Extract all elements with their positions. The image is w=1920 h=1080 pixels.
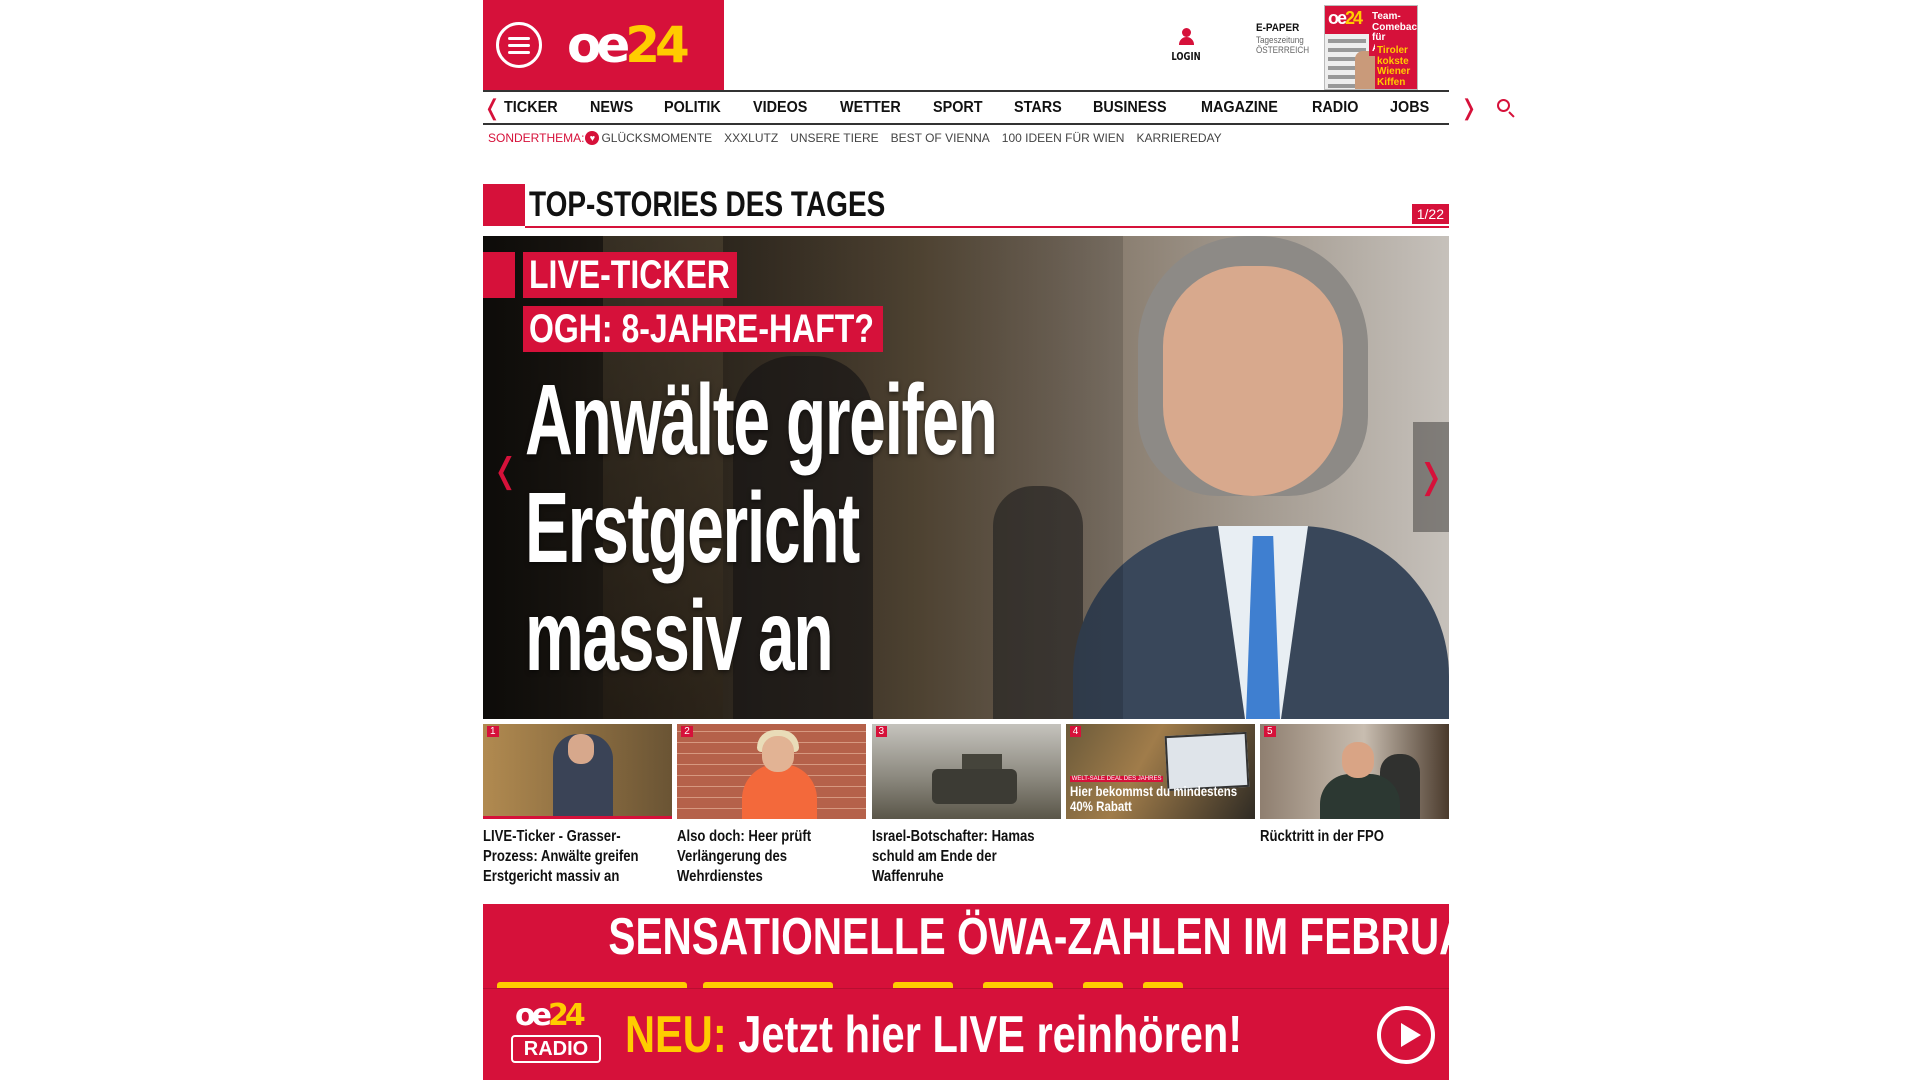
thumb-image: 1 — [483, 724, 672, 819]
radio-logo: oe24 RADIO — [511, 998, 603, 1071]
heart-icon: ♥ — [585, 131, 600, 145]
radio-cta-text: NEU: Jetzt hier LIVE reinhören! — [625, 1009, 1242, 1061]
thumb-number: 5 — [1264, 726, 1276, 737]
play-icon[interactable] — [1377, 1006, 1435, 1064]
banner-headline: SENSATIONELLE ÖWA-ZAHLEN IM FEBRUAR — [608, 908, 1449, 966]
cover-photo — [1355, 51, 1377, 89]
thumb-image: 3 — [871, 724, 1061, 819]
nav-item-magazine[interactable]: MAGAZINE — [1201, 99, 1278, 117]
story-thumb-1[interactable]: 1 LIVE-Ticker - Grasser-Prozess: Anwälte… — [483, 724, 672, 887]
thumb-caption: Rücktritt in der FPO — [1260, 828, 1384, 845]
section-title: TOP-STORIES DES TAGES — [529, 185, 886, 224]
radio-logo-label: RADIO — [511, 1034, 601, 1063]
thumb-number: 4 — [1069, 726, 1082, 737]
nav-item-radio[interactable]: RADIO — [1312, 99, 1358, 117]
nav-item-politik[interactable]: POLITIK — [664, 99, 721, 117]
nav-item-news[interactable]: NEWS — [590, 99, 633, 117]
thumb-overlay-caption: Hier bekommst du mindestens 40% Rabatt — [1069, 783, 1237, 814]
hero-headline-line-2: Erstgericht — [525, 472, 860, 584]
hero-headline[interactable]: Anwälte greifen Erstgericht massiv an — [525, 366, 1119, 690]
topic-karriereday[interactable]: KARRIEREDAY — [1136, 131, 1221, 145]
epaper-cover-thumbnail[interactable]: oe24 Team-Comeback für ALABA Tiroler kok… — [1324, 5, 1418, 90]
nav-items: TICKER NEWS POLITIK VIDEOS WETTER SPORT … — [501, 99, 1459, 117]
thumb-number: 2 — [681, 726, 693, 737]
slider-prev-icon[interactable]: ❬ — [491, 451, 520, 491]
slide-counter: 1/22 — [1411, 204, 1449, 224]
story-thumb-2[interactable]: 2 Also doch: Heer prüft Verlängerung des… — [677, 724, 867, 887]
story-thumb-5[interactable]: 5 Rücktritt in der FPO — [1260, 724, 1449, 887]
thumb-caption: Also doch: Heer prüft Verlängerung des W… — [677, 828, 812, 885]
story-thumbnails: 1 LIVE-Ticker - Grasser-Prozess: Anwälte… — [483, 724, 1449, 887]
topic-unsere-tiere[interactable]: UNSERE TIERE — [790, 131, 878, 145]
thumb-image: 4 WELT-SALE DEAL DES JAHRES Hier bekomms… — [1065, 724, 1255, 819]
site-logo[interactable]: oe24 — [567, 20, 690, 70]
thumb-image: 2 — [677, 724, 867, 819]
topic-best-of-vienna[interactable]: BEST OF VIENNA — [891, 131, 990, 145]
epaper-subtitle-2: ÖSTERREICH — [1256, 44, 1310, 55]
thumb-caption: Israel-Botschafter: Hamas schuld am Ende… — [871, 828, 1035, 885]
thumb-caption: LIVE-Ticker - Grasser-Prozess: Anwälte g… — [483, 828, 639, 885]
epaper-link[interactable]: E-PAPER Tageszeitung ÖSTERREICH — [1256, 22, 1326, 55]
nav-item-wetter[interactable]: WETTER — [840, 99, 901, 117]
topic-gluecksmomente[interactable]: GLÜCKSMOMENTE — [601, 131, 712, 145]
login-button[interactable]: LOGIN — [1166, 28, 1206, 63]
radio-live-label: Jetzt hier LIVE reinhören! — [738, 1005, 1243, 1064]
logo-num: 24 — [625, 16, 690, 74]
nav-item-business[interactable]: BUSINESS — [1093, 99, 1167, 117]
user-icon — [1178, 28, 1194, 46]
epaper-subtitle-1: Tageszeitung — [1256, 34, 1304, 45]
topic-100-ideen[interactable]: 100 IDEEN FÜR WIEN — [1002, 131, 1125, 145]
story-thumb-3[interactable]: 3 Israel-Botschafter: Hamas schuld am En… — [871, 724, 1061, 887]
thumb-overlay-tag: WELT-SALE DEAL DES JAHRES — [1069, 776, 1164, 782]
cover-headline-bottom: Tiroler kokste Wiener Kiffen — [1375, 44, 1417, 89]
thumb-number: 3 — [875, 726, 888, 737]
epaper-title: E-PAPER — [1256, 22, 1300, 34]
header: oe24 LOGIN E-PAPER Tageszeitung ÖSTERREI… — [483, 0, 1449, 90]
radio-live-bar[interactable]: oe24 RADIO NEU: Jetzt hier LIVE reinhöre… — [483, 988, 1449, 1080]
hero-kicker-live-ticker: LIVE-TICKER — [523, 252, 737, 298]
hero-headline-line-1: Anwälte greifen — [525, 364, 998, 476]
hero-marker — [483, 252, 515, 298]
nav-scroll-left-icon[interactable]: ❬ — [483, 95, 501, 121]
nav-item-videos[interactable]: VIDEOS — [753, 99, 807, 117]
section-marker — [483, 184, 525, 226]
slider-next-icon[interactable]: ❭ — [1413, 422, 1449, 532]
login-label: LOGIN — [1171, 50, 1201, 63]
top-stories-heading: TOP-STORIES DES TAGES 1/22 — [483, 184, 1449, 228]
nav-item-jobs[interactable]: JOBS — [1390, 99, 1429, 117]
nav-item-sport[interactable]: SPORT — [933, 99, 983, 117]
story-thumb-4[interactable]: 4 WELT-SALE DEAL DES JAHRES Hier bekomms… — [1065, 724, 1255, 887]
hamburger-menu-icon[interactable] — [496, 22, 542, 68]
thumb-number: 1 — [487, 726, 499, 737]
main-nav: ❬ TICKER NEWS POLITIK VIDEOS WETTER SPOR… — [483, 90, 1515, 125]
hero-headline-line-3: massiv an — [525, 580, 834, 692]
nav-scroll-right-icon[interactable]: ❭ — [1460, 95, 1478, 121]
thumb-image: 5 — [1260, 724, 1449, 819]
radio-new-label: NEU: — [625, 1005, 727, 1064]
special-topics-label: SONDERTHEMA: — [488, 131, 585, 145]
nav-item-stars[interactable]: STARS — [1014, 99, 1062, 117]
section-underline — [525, 226, 1449, 228]
hero-story[interactable]: LIVE-TICKER OGH: 8-JAHRE-HAFT? Anwälte g… — [483, 236, 1449, 719]
special-topics-bar: SONDERTHEMA: ♥ GLÜCKSMOMENTE XXXLUTZ UNS… — [488, 130, 1234, 146]
hero-portrait — [1073, 236, 1449, 719]
promo-banner[interactable]: SENSATIONELLE ÖWA-ZAHLEN IM FEBRUAR oe24… — [483, 904, 1449, 1080]
logo-block: oe24 — [483, 0, 724, 90]
nav-item-ticker[interactable]: TICKER — [504, 99, 558, 117]
hero-kicker-ogh: OGH: 8-JAHRE-HAFT? — [523, 306, 883, 352]
page: oe24 LOGIN E-PAPER Tageszeitung ÖSTERREI… — [483, 0, 1515, 1080]
topic-xxxlutz[interactable]: XXXLUTZ — [724, 131, 778, 145]
logo-oe: oe — [567, 16, 630, 74]
